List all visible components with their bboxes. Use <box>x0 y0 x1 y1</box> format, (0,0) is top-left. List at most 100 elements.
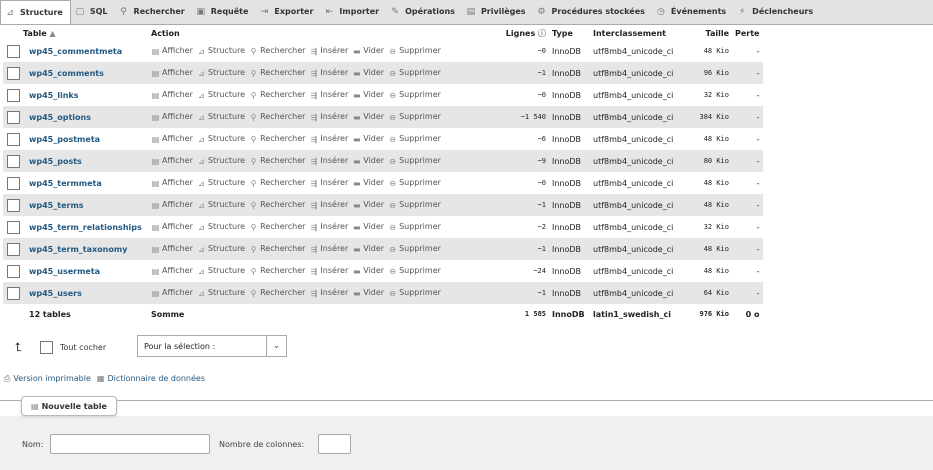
empty-action[interactable]: ▬ Vider <box>352 178 384 188</box>
check-all-checkbox[interactable] <box>40 340 53 354</box>
drop-action[interactable]: ⊖ Supprimer <box>388 156 441 166</box>
dictionary-link[interactable]: ▦ Dictionnaire de données <box>97 374 205 384</box>
structure-action[interactable]: ⊿ Structure <box>197 222 245 232</box>
empty-action[interactable]: ▬ Vider <box>352 90 384 100</box>
insert-action[interactable]: ⇶ Insérer <box>309 222 349 232</box>
table-name-link[interactable]: wp45_termmeta <box>23 172 151 194</box>
drop-action[interactable]: ⊖ Supprimer <box>388 112 441 122</box>
row-checkbox[interactable] <box>7 154 20 168</box>
tab-triggers[interactable]: ⚡ Déclencheurs <box>733 0 820 24</box>
tab-structure[interactable]: ⊿ Structure <box>0 0 71 24</box>
browse-action[interactable]: ▤ Afficher <box>151 222 193 232</box>
insert-action[interactable]: ⇶ Insérer <box>309 90 349 100</box>
tab-clock[interactable]: ◷ Événements <box>652 0 733 24</box>
browse-action[interactable]: ▤ Afficher <box>151 46 193 56</box>
tab-operations[interactable]: ✎ Opérations <box>386 0 462 24</box>
tab-query[interactable]: ▣ Requête <box>192 0 256 24</box>
tab-import[interactable]: ⇤ Importer <box>320 0 386 24</box>
structure-action[interactable]: ⊿ Structure <box>197 112 245 122</box>
browse-action[interactable]: ▤ Afficher <box>151 68 193 78</box>
structure-action[interactable]: ⊿ Structure <box>197 200 245 210</box>
search-action[interactable]: ⚲ Rechercher <box>249 68 306 78</box>
search-action[interactable]: ⚲ Rechercher <box>249 134 306 144</box>
table-name-link[interactable]: wp45_term_relationships <box>23 216 151 238</box>
row-checkbox[interactable] <box>7 44 20 58</box>
structure-action[interactable]: ⊿ Structure <box>197 266 245 276</box>
tab-export[interactable]: ⇥ Exporter <box>255 0 320 24</box>
insert-action[interactable]: ⇶ Insérer <box>309 178 349 188</box>
column-count-input[interactable] <box>318 434 351 454</box>
table-name-input[interactable] <box>50 434 210 454</box>
browse-action[interactable]: ▤ Afficher <box>151 288 193 298</box>
structure-action[interactable]: ⊿ Structure <box>197 244 245 254</box>
browse-action[interactable]: ▤ Afficher <box>151 134 193 144</box>
structure-action[interactable]: ⊿ Structure <box>197 90 245 100</box>
insert-action[interactable]: ⇶ Insérer <box>309 244 349 254</box>
insert-action[interactable]: ⇶ Insérer <box>309 134 349 144</box>
structure-action[interactable]: ⊿ Structure <box>197 156 245 166</box>
empty-action[interactable]: ▬ Vider <box>352 200 384 210</box>
tab-privileges[interactable]: ▤ Privilèges <box>462 0 533 24</box>
column-header-table[interactable]: Table ▲ <box>23 26 151 40</box>
table-name-link[interactable]: wp45_postmeta <box>23 128 151 150</box>
structure-action[interactable]: ⊿ Structure <box>197 288 245 298</box>
search-action[interactable]: ⚲ Rechercher <box>249 90 306 100</box>
check-all-label[interactable]: Tout cocher <box>60 343 106 352</box>
row-checkbox[interactable] <box>7 220 20 234</box>
search-action[interactable]: ⚲ Rechercher <box>249 244 306 254</box>
table-name-link[interactable]: wp45_links <box>23 84 151 106</box>
drop-action[interactable]: ⊖ Supprimer <box>388 134 441 144</box>
empty-action[interactable]: ▬ Vider <box>352 134 384 144</box>
print-link[interactable]: ⎙ Version imprimable <box>4 374 91 384</box>
structure-action[interactable]: ⊿ Structure <box>197 178 245 188</box>
insert-action[interactable]: ⇶ Insérer <box>309 200 349 210</box>
row-checkbox[interactable] <box>7 176 20 190</box>
row-checkbox[interactable] <box>7 198 20 212</box>
structure-action[interactable]: ⊿ Structure <box>197 68 245 78</box>
tab-procedures[interactable]: ⚙ Procédures stockées <box>533 0 652 24</box>
browse-action[interactable]: ▤ Afficher <box>151 112 193 122</box>
tab-sql[interactable]: ▢ SQL <box>71 0 115 24</box>
structure-action[interactable]: ⊿ Structure <box>197 46 245 56</box>
table-name-link[interactable]: wp45_options <box>23 106 151 128</box>
empty-action[interactable]: ▬ Vider <box>352 266 384 276</box>
drop-action[interactable]: ⊖ Supprimer <box>388 222 441 232</box>
new-table-button[interactable]: ▤ Nouvelle table <box>21 396 117 416</box>
table-name-link[interactable]: wp45_usermeta <box>23 260 151 282</box>
column-header-collation[interactable]: Interclassement <box>590 26 691 40</box>
empty-action[interactable]: ▬ Vider <box>352 46 384 56</box>
insert-action[interactable]: ⇶ Insérer <box>309 46 349 56</box>
row-checkbox[interactable] <box>7 110 20 124</box>
search-action[interactable]: ⚲ Rechercher <box>249 266 306 276</box>
insert-action[interactable]: ⇶ Insérer <box>309 68 349 78</box>
column-header-overhead[interactable]: Perte <box>735 26 764 40</box>
table-name-link[interactable]: wp45_term_taxonomy <box>23 238 151 260</box>
table-name-link[interactable]: wp45_posts <box>23 150 151 172</box>
row-checkbox[interactable] <box>7 286 20 300</box>
search-action[interactable]: ⚲ Rechercher <box>249 200 306 210</box>
search-action[interactable]: ⚲ Rechercher <box>249 156 306 166</box>
empty-action[interactable]: ▬ Vider <box>352 244 384 254</box>
drop-action[interactable]: ⊖ Supprimer <box>388 200 441 210</box>
tab-search[interactable]: ⚲ Rechercher <box>115 0 192 24</box>
insert-action[interactable]: ⇶ Insérer <box>309 112 349 122</box>
search-action[interactable]: ⚲ Rechercher <box>249 46 306 56</box>
row-checkbox[interactable] <box>7 66 20 80</box>
search-action[interactable]: ⚲ Rechercher <box>249 112 306 122</box>
browse-action[interactable]: ▤ Afficher <box>151 200 193 210</box>
empty-action[interactable]: ▬ Vider <box>352 222 384 232</box>
row-checkbox[interactable] <box>7 88 20 102</box>
search-action[interactable]: ⚲ Rechercher <box>249 222 306 232</box>
browse-action[interactable]: ▤ Afficher <box>151 156 193 166</box>
drop-action[interactable]: ⊖ Supprimer <box>388 288 441 298</box>
column-header-size[interactable]: Taille <box>691 26 735 40</box>
structure-action[interactable]: ⊿ Structure <box>197 134 245 144</box>
table-name-link[interactable]: wp45_comments <box>23 62 151 84</box>
column-header-rows[interactable]: Lignes ⓘ <box>491 26 549 40</box>
empty-action[interactable]: ▬ Vider <box>352 112 384 122</box>
drop-action[interactable]: ⊖ Supprimer <box>388 244 441 254</box>
bulk-action-select[interactable]: Pour la sélection : ⌄ <box>137 335 287 357</box>
insert-action[interactable]: ⇶ Insérer <box>309 266 349 276</box>
browse-action[interactable]: ▤ Afficher <box>151 90 193 100</box>
search-action[interactable]: ⚲ Rechercher <box>249 178 306 188</box>
